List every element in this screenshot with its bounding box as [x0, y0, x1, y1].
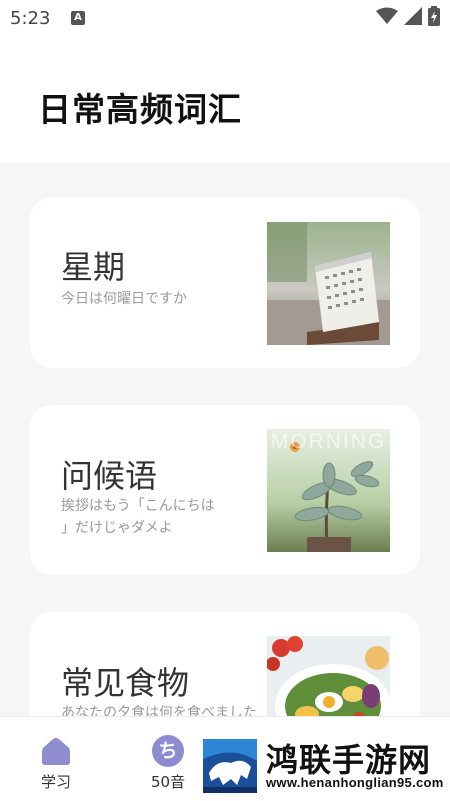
- kana-chi-icon: ち: [152, 735, 184, 767]
- page-title: 日常高频词汇: [38, 90, 242, 129]
- succulent-image: MORNING: [267, 429, 390, 552]
- tab-label: 50音: [150, 773, 186, 791]
- card-title: 星期: [61, 248, 126, 286]
- tab-label: 学习: [40, 773, 71, 791]
- tab-study[interactable]: 学习: [16, 717, 96, 801]
- category-card-greetings[interactable]: 问候语 挨拶はもう「こんにちは 」だけじゃダメよ MORNING: [30, 405, 420, 575]
- header: 日常高频词汇: [0, 36, 450, 162]
- home-icon: [42, 738, 70, 765]
- notification-icon: A: [71, 11, 85, 25]
- card-subtitle-line2: 」だけじゃダメよ: [61, 520, 173, 536]
- card-title: 问候语: [61, 457, 158, 495]
- image-caption: MORNING: [270, 430, 387, 453]
- watermark-logo: [203, 739, 257, 793]
- desk-calendar-image: [267, 222, 390, 345]
- signal-icon: [404, 7, 422, 25]
- status-time: 5:23: [10, 8, 51, 29]
- salad-plate-image: [267, 636, 390, 716]
- category-card-weekdays[interactable]: 星期 今日は何曜日ですか: [30, 198, 420, 368]
- card-title: 常见食物: [61, 664, 190, 702]
- status-bar: 5:23 A: [0, 0, 450, 36]
- watermark-url: www.henanhonglian95.com: [266, 775, 444, 790]
- wifi-icon: [376, 7, 398, 24]
- status-icons: [376, 6, 440, 26]
- watermark: 鸿联手游网 www.henanhonglian95.com: [203, 735, 450, 793]
- category-card-food[interactable]: 常见食物 あなたの夕食は何を食べました: [30, 612, 420, 716]
- card-subtitle: 今日は何曜日ですか: [61, 291, 187, 307]
- card-subtitle: あなたの夕食は何を食べました: [61, 705, 257, 716]
- vocab-category-list[interactable]: 星期 今日は何曜日ですか 问候语 挨拶はもう「こんにちは 」だけじゃダメよ MO…: [0, 162, 450, 716]
- card-subtitle-line1: 挨拶はもう「こんにちは: [61, 498, 215, 514]
- battery-icon: [428, 6, 440, 26]
- tab-50-sounds[interactable]: ち 50音: [128, 717, 208, 801]
